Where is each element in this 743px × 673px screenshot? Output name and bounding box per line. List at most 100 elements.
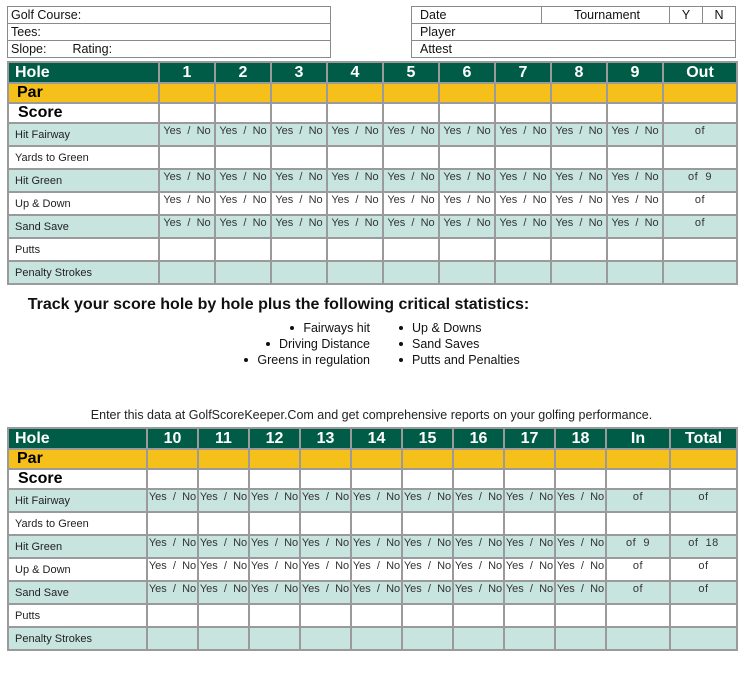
stat-cell[interactable]: Yes / No [606, 122, 664, 147]
stat-cell[interactable]: Yes / No [326, 122, 384, 147]
stat-cell[interactable]: Yes / No [382, 191, 440, 216]
stat-cell[interactable]: Yes / No [401, 534, 454, 559]
par-cell[interactable] [350, 448, 403, 470]
stat-cell[interactable]: Yes / No [503, 534, 556, 559]
stat-cell[interactable]: Yes / No [452, 534, 505, 559]
stat-cell[interactable] [452, 511, 505, 536]
stat-cell[interactable]: Yes / No [158, 191, 216, 216]
stat-cell[interactable]: Yes / No [299, 488, 352, 513]
stat-cell[interactable]: Yes / No [326, 214, 384, 239]
stat-in-cell[interactable] [605, 626, 671, 651]
stat-cell[interactable]: Yes / No [550, 122, 608, 147]
stat-cell[interactable] [550, 260, 608, 285]
player-field[interactable]: Player [411, 23, 736, 41]
stat-cell[interactable]: Yes / No [438, 214, 496, 239]
stat-in-cell[interactable] [605, 511, 671, 536]
stat-cell[interactable]: Yes / No [326, 191, 384, 216]
golf-course-field[interactable]: Golf Course: [7, 6, 331, 24]
stat-cell[interactable]: Yes / No [214, 168, 272, 193]
par-out-cell[interactable] [662, 82, 738, 104]
stat-cell[interactable] [550, 145, 608, 170]
stat-cell[interactable]: Yes / No [550, 168, 608, 193]
stat-cell[interactable]: Yes / No [158, 168, 216, 193]
stat-cell[interactable]: Yes / No [299, 557, 352, 582]
stat-cell[interactable]: Yes / No [606, 191, 664, 216]
par-total-cell[interactable] [669, 448, 738, 470]
stat-cell[interactable]: Yes / No [401, 580, 454, 605]
stat-total-cell[interactable] [669, 603, 738, 628]
stat-cell[interactable]: Yes / No [438, 191, 496, 216]
stat-cell[interactable]: Yes / No [382, 168, 440, 193]
stat-cell[interactable]: Yes / No [554, 488, 607, 513]
stat-cell[interactable] [197, 511, 250, 536]
stat-cell[interactable] [146, 511, 199, 536]
stat-cell[interactable] [197, 626, 250, 651]
score-cell[interactable] [494, 102, 552, 124]
stat-cell[interactable] [326, 237, 384, 262]
stat-cell[interactable]: Yes / No [146, 534, 199, 559]
stat-cell[interactable] [299, 511, 352, 536]
stat-cell[interactable] [606, 260, 664, 285]
stat-cell[interactable]: Yes / No [197, 580, 250, 605]
stat-cell[interactable]: Yes / No [401, 557, 454, 582]
score-cell[interactable] [158, 102, 216, 124]
stat-cell[interactable] [248, 511, 301, 536]
stat-out-cell[interactable] [662, 145, 738, 170]
stat-out-cell[interactable] [662, 260, 738, 285]
stat-cell[interactable] [270, 260, 328, 285]
stat-cell[interactable]: Yes / No [382, 122, 440, 147]
par-cell[interactable] [270, 82, 328, 104]
stat-cell[interactable]: Yes / No [554, 580, 607, 605]
par-cell[interactable] [494, 82, 552, 104]
par-cell[interactable] [382, 82, 440, 104]
stat-out-cell[interactable]: of [662, 191, 738, 216]
stat-cell[interactable] [452, 626, 505, 651]
stat-cell[interactable] [158, 237, 216, 262]
stat-cell[interactable] [214, 237, 272, 262]
stat-cell[interactable]: Yes / No [248, 488, 301, 513]
stat-cell[interactable]: Yes / No [550, 191, 608, 216]
par-in-cell[interactable] [605, 448, 671, 470]
score-cell[interactable] [326, 102, 384, 124]
stat-cell[interactable] [554, 626, 607, 651]
stat-cell[interactable]: Yes / No [248, 557, 301, 582]
date-field[interactable]: Date [411, 6, 542, 24]
stat-cell[interactable]: Yes / No [503, 488, 556, 513]
stat-cell[interactable]: Yes / No [554, 534, 607, 559]
par-cell[interactable] [401, 448, 454, 470]
stat-cell[interactable] [438, 237, 496, 262]
stat-total-cell[interactable] [669, 626, 738, 651]
stat-cell[interactable] [350, 511, 403, 536]
stat-cell[interactable] [503, 626, 556, 651]
stat-total-cell[interactable]: of [669, 580, 738, 605]
stat-cell[interactable]: Yes / No [350, 534, 403, 559]
stat-cell[interactable] [382, 237, 440, 262]
par-cell[interactable] [503, 448, 556, 470]
stat-cell[interactable] [214, 145, 272, 170]
stat-out-cell[interactable]: of [662, 122, 738, 147]
stat-cell[interactable] [494, 237, 552, 262]
stat-cell[interactable]: Yes / No [554, 557, 607, 582]
stat-out-cell[interactable] [662, 237, 738, 262]
par-cell[interactable] [214, 82, 272, 104]
tournament-yes-box[interactable]: Y [669, 6, 703, 24]
stat-cell[interactable]: Yes / No [248, 580, 301, 605]
stat-cell[interactable]: Yes / No [158, 122, 216, 147]
stat-cell[interactable]: Yes / No [503, 580, 556, 605]
stat-cell[interactable]: Yes / No [494, 168, 552, 193]
stat-cell[interactable]: Yes / No [452, 580, 505, 605]
stat-in-cell[interactable] [605, 603, 671, 628]
stat-cell[interactable]: Yes / No [350, 488, 403, 513]
score-in-cell[interactable] [605, 468, 671, 490]
stat-cell[interactable]: Yes / No [270, 214, 328, 239]
stat-cell[interactable] [401, 603, 454, 628]
stat-cell[interactable]: Yes / No [494, 122, 552, 147]
stat-cell[interactable] [299, 626, 352, 651]
score-out-cell[interactable] [662, 102, 738, 124]
stat-cell[interactable] [146, 626, 199, 651]
stat-cell[interactable]: Yes / No [248, 534, 301, 559]
score-cell[interactable] [270, 102, 328, 124]
stat-in-cell[interactable]: of 9 [605, 534, 671, 559]
par-cell[interactable] [146, 448, 199, 470]
stat-cell[interactable] [382, 145, 440, 170]
